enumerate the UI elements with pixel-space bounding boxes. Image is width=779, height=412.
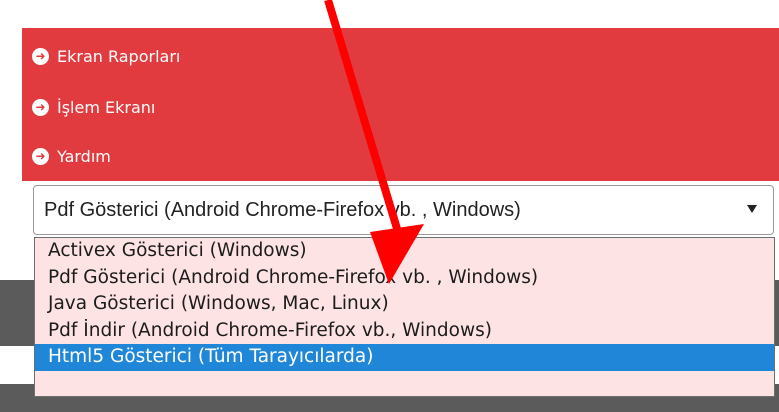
background-dark-bar-left (0, 280, 34, 346)
viewer-dropdown-list: Activex Gösterici (Windows) Pdf Gösteric… (34, 237, 775, 397)
option-html5-viewer[interactable]: Html5 Gösterici (Tüm Tarayıcılarda) (35, 344, 774, 371)
viewer-select-value: Pdf Gösterici (Android Chrome-Firefox vb… (44, 198, 521, 221)
option-java-viewer[interactable]: Java Gösterici (Windows, Mac, Linux) (35, 291, 774, 318)
menu-item-label: Yardım (57, 146, 111, 166)
menu-item-label: Ekran Raporları (57, 46, 181, 66)
viewer-select[interactable]: Pdf Gösterici (Android Chrome-Firefox vb… (33, 185, 774, 235)
side-menu-panel: ➜ Ekran Raporları ➜ İşlem Ekranı ➜ Yardı… (22, 28, 779, 181)
option-pdf-download[interactable]: Pdf İndir (Android Chrome-Firefox vb., W… (35, 318, 774, 345)
caret-down-icon[interactable] (747, 205, 757, 213)
arrow-right-circle-icon: ➜ (32, 147, 49, 165)
option-activex-viewer[interactable]: Activex Gösterici (Windows) (35, 238, 774, 265)
arrow-right-circle-icon: ➜ (32, 47, 49, 65)
menu-item-islem-ekrani[interactable]: ➜ İşlem Ekranı (32, 92, 155, 122)
option-pdf-viewer[interactable]: Pdf Gösterici (Android Chrome-Firefox vb… (35, 265, 774, 292)
arrow-right-circle-icon: ➜ (32, 98, 49, 116)
menu-item-label: İşlem Ekranı (57, 97, 156, 117)
menu-item-yardim[interactable]: ➜ Yardım (32, 141, 111, 171)
menu-item-ekran-raporlari[interactable]: ➜ Ekran Raporları (32, 41, 180, 71)
